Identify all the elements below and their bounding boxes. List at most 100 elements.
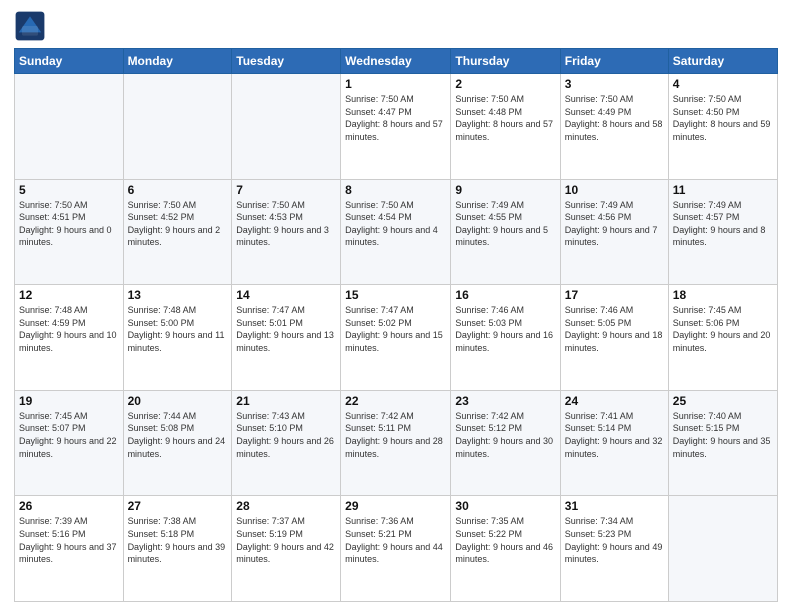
day-number: 27 <box>128 499 228 513</box>
calendar-cell: 13 Sunrise: 7:48 AMSunset: 5:00 PMDayligh… <box>123 285 232 391</box>
day-info: Sunrise: 7:50 AMSunset: 4:53 PMDaylight:… <box>236 199 336 249</box>
calendar-week-1: 1 Sunrise: 7:50 AMSunset: 4:47 PMDaylight… <box>15 74 778 180</box>
day-number: 14 <box>236 288 336 302</box>
calendar-cell: 20 Sunrise: 7:44 AMSunset: 5:08 PMDayligh… <box>123 390 232 496</box>
day-info: Sunrise: 7:39 AMSunset: 5:16 PMDaylight:… <box>19 515 119 565</box>
day-number: 18 <box>673 288 773 302</box>
day-info: Sunrise: 7:49 AMSunset: 4:55 PMDaylight:… <box>455 199 555 249</box>
calendar-cell: 2Sunrise: 7:50 AMSunset: 4:48 PMDaylight… <box>451 74 560 180</box>
day-info: Sunrise: 7:45 AMSunset: 5:07 PMDaylight:… <box>19 410 119 460</box>
day-info: Sunrise: 7:49 AMSunset: 4:57 PMDaylight:… <box>673 199 773 249</box>
calendar-cell: 21 Sunrise: 7:43 AMSunset: 5:10 PMDayligh… <box>232 390 341 496</box>
day-info: Sunrise: 7:50 AMSunset: 4:48 PMDaylight:… <box>455 93 555 143</box>
day-info: Sunrise: 7:35 AMSunset: 5:22 PMDaylight:… <box>455 515 555 565</box>
day-info: Sunrise: 7:40 AMSunset: 5:15 PMDaylight:… <box>673 410 773 460</box>
calendar-cell: 26 Sunrise: 7:39 AMSunset: 5:16 PMDayligh… <box>15 496 124 602</box>
calendar-cell: 14 Sunrise: 7:47 AMSunset: 5:01 PMDayligh… <box>232 285 341 391</box>
day-info: Sunrise: 7:37 AMSunset: 5:19 PMDaylight:… <box>236 515 336 565</box>
calendar-cell: 29 Sunrise: 7:36 AMSunset: 5:21 PMDayligh… <box>341 496 451 602</box>
day-number: 6 <box>128 183 228 197</box>
day-info: Sunrise: 7:50 AMSunset: 4:51 PMDaylight:… <box>19 199 119 249</box>
calendar-cell: 30 Sunrise: 7:35 AMSunset: 5:22 PMDayligh… <box>451 496 560 602</box>
weekday-header-sunday: Sunday <box>15 49 124 74</box>
calendar-cell <box>668 496 777 602</box>
day-info: Sunrise: 7:41 AMSunset: 5:14 PMDaylight:… <box>565 410 664 460</box>
calendar-cell: 27 Sunrise: 7:38 AMSunset: 5:18 PMDayligh… <box>123 496 232 602</box>
day-number: 5 <box>19 183 119 197</box>
weekday-header-wednesday: Wednesday <box>341 49 451 74</box>
day-number: 25 <box>673 394 773 408</box>
logo <box>14 10 50 42</box>
calendar-cell: 12 Sunrise: 7:48 AMSunset: 4:59 PMDayligh… <box>15 285 124 391</box>
day-number: 19 <box>19 394 119 408</box>
calendar-cell: 19 Sunrise: 7:45 AMSunset: 5:07 PMDayligh… <box>15 390 124 496</box>
day-info: Sunrise: 7:48 AMSunset: 5:00 PMDaylight:… <box>128 304 228 354</box>
calendar-cell: 6 Sunrise: 7:50 AMSunset: 4:52 PMDaylight… <box>123 179 232 285</box>
calendar-cell: 22Sunrise: 7:42 AMSunset: 5:11 PMDayligh… <box>341 390 451 496</box>
calendar-cell: 16 Sunrise: 7:46 AMSunset: 5:03 PMDayligh… <box>451 285 560 391</box>
calendar-cell: 15Sunrise: 7:47 AMSunset: 5:02 PMDayligh… <box>341 285 451 391</box>
day-info: Sunrise: 7:46 AMSunset: 5:03 PMDaylight:… <box>455 304 555 354</box>
day-number: 12 <box>19 288 119 302</box>
day-number: 17 <box>565 288 664 302</box>
day-info: Sunrise: 7:45 AMSunset: 5:06 PMDaylight:… <box>673 304 773 354</box>
logo-icon <box>14 10 46 42</box>
calendar-cell: 1 Sunrise: 7:50 AMSunset: 4:47 PMDaylight… <box>341 74 451 180</box>
day-number: 28 <box>236 499 336 513</box>
day-info: Sunrise: 7:47 AMSunset: 5:01 PMDaylight:… <box>236 304 336 354</box>
day-info: Sunrise: 7:50 AMSunset: 4:50 PMDaylight:… <box>673 93 773 143</box>
day-info: Sunrise: 7:46 AMSunset: 5:05 PMDaylight:… <box>565 304 664 354</box>
header <box>14 10 778 42</box>
page: SundayMondayTuesdayWednesdayThursdayFrid… <box>0 0 792 612</box>
calendar-cell: 7Sunrise: 7:50 AMSunset: 4:53 PMDaylight… <box>232 179 341 285</box>
calendar-cell: 31 Sunrise: 7:34 AMSunset: 5:23 PMDayligh… <box>560 496 668 602</box>
day-info: Sunrise: 7:42 AMSunset: 5:11 PMDaylight:… <box>345 410 446 460</box>
day-number: 15 <box>345 288 446 302</box>
day-info: Sunrise: 7:36 AMSunset: 5:21 PMDaylight:… <box>345 515 446 565</box>
day-info: Sunrise: 7:42 AMSunset: 5:12 PMDaylight:… <box>455 410 555 460</box>
calendar-week-5: 26 Sunrise: 7:39 AMSunset: 5:16 PMDayligh… <box>15 496 778 602</box>
day-number: 31 <box>565 499 664 513</box>
calendar-week-2: 5 Sunrise: 7:50 AMSunset: 4:51 PMDaylight… <box>15 179 778 285</box>
day-number: 21 <box>236 394 336 408</box>
weekday-header-row: SundayMondayTuesdayWednesdayThursdayFrid… <box>15 49 778 74</box>
calendar-cell <box>232 74 341 180</box>
day-number: 1 <box>345 77 446 91</box>
calendar-table: SundayMondayTuesdayWednesdayThursdayFrid… <box>14 48 778 602</box>
day-number: 24 <box>565 394 664 408</box>
day-info: Sunrise: 7:44 AMSunset: 5:08 PMDaylight:… <box>128 410 228 460</box>
weekday-header-saturday: Saturday <box>668 49 777 74</box>
day-info: Sunrise: 7:38 AMSunset: 5:18 PMDaylight:… <box>128 515 228 565</box>
day-info: Sunrise: 7:50 AMSunset: 4:54 PMDaylight:… <box>345 199 446 249</box>
day-info: Sunrise: 7:43 AMSunset: 5:10 PMDaylight:… <box>236 410 336 460</box>
day-info: Sunrise: 7:48 AMSunset: 4:59 PMDaylight:… <box>19 304 119 354</box>
day-number: 16 <box>455 288 555 302</box>
calendar-cell: 18 Sunrise: 7:45 AMSunset: 5:06 PMDayligh… <box>668 285 777 391</box>
day-number: 3 <box>565 77 664 91</box>
day-number: 20 <box>128 394 228 408</box>
day-info: Sunrise: 7:34 AMSunset: 5:23 PMDaylight:… <box>565 515 664 565</box>
day-number: 13 <box>128 288 228 302</box>
day-number: 29 <box>345 499 446 513</box>
day-number: 30 <box>455 499 555 513</box>
calendar-cell: 28 Sunrise: 7:37 AMSunset: 5:19 PMDayligh… <box>232 496 341 602</box>
weekday-header-friday: Friday <box>560 49 668 74</box>
weekday-header-monday: Monday <box>123 49 232 74</box>
day-number: 26 <box>19 499 119 513</box>
calendar-cell: 23 Sunrise: 7:42 AMSunset: 5:12 PMDayligh… <box>451 390 560 496</box>
calendar-week-3: 12 Sunrise: 7:48 AMSunset: 4:59 PMDayligh… <box>15 285 778 391</box>
calendar-cell <box>15 74 124 180</box>
day-info: Sunrise: 7:49 AMSunset: 4:56 PMDaylight:… <box>565 199 664 249</box>
calendar-cell: 24 Sunrise: 7:41 AMSunset: 5:14 PMDayligh… <box>560 390 668 496</box>
calendar-cell <box>123 74 232 180</box>
calendar-cell: 17 Sunrise: 7:46 AMSunset: 5:05 PMDayligh… <box>560 285 668 391</box>
day-number: 9 <box>455 183 555 197</box>
calendar-cell: 4Sunrise: 7:50 AMSunset: 4:50 PMDaylight… <box>668 74 777 180</box>
calendar-cell: 11Sunrise: 7:49 AMSunset: 4:57 PMDayligh… <box>668 179 777 285</box>
day-number: 8 <box>345 183 446 197</box>
day-number: 23 <box>455 394 555 408</box>
calendar-cell: 3Sunrise: 7:50 AMSunset: 4:49 PMDaylight… <box>560 74 668 180</box>
day-info: Sunrise: 7:50 AMSunset: 4:47 PMDaylight:… <box>345 93 446 143</box>
day-info: Sunrise: 7:50 AMSunset: 4:52 PMDaylight:… <box>128 199 228 249</box>
calendar-cell: 25 Sunrise: 7:40 AMSunset: 5:15 PMDayligh… <box>668 390 777 496</box>
